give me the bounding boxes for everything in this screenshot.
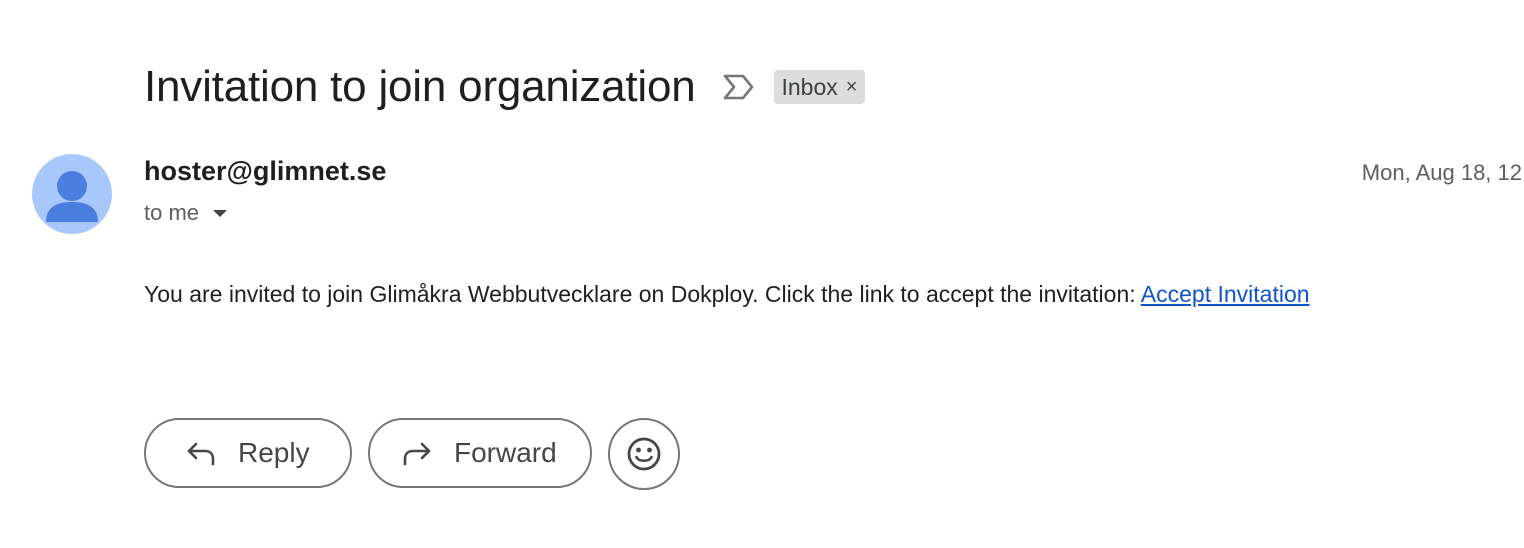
accept-invitation-link[interactable]: Accept Invitation xyxy=(1141,281,1310,307)
emoji-reaction-button[interactable] xyxy=(608,418,680,490)
reply-arrow-icon xyxy=(184,438,218,468)
recipient-text: to me xyxy=(144,200,200,225)
forward-arrow-icon xyxy=(400,438,434,468)
recipient-line: to me xyxy=(144,200,229,226)
forward-button[interactable]: Forward xyxy=(368,418,592,488)
smiley-emoji-icon xyxy=(627,437,661,471)
remove-label-icon[interactable]: × xyxy=(846,77,858,97)
body-text: You are invited to join Glimåkra Webbutv… xyxy=(144,281,1141,307)
sender-avatar xyxy=(32,154,112,234)
label-chip-text: Inbox xyxy=(781,73,838,100)
email-subject: Invitation to join organization xyxy=(144,62,696,111)
importance-marker-icon[interactable] xyxy=(722,72,756,102)
inbox-label-chip: Inbox × xyxy=(773,70,866,104)
reply-button[interactable]: Reply xyxy=(144,418,352,488)
caret-down-icon[interactable] xyxy=(211,207,229,219)
sender-email[interactable]: hoster@glimnet.se xyxy=(144,156,386,187)
person-avatar-icon xyxy=(46,171,98,222)
reply-label: Reply xyxy=(238,437,310,468)
email-date: Mon, Aug 18, 12 xyxy=(1361,160,1522,185)
subject-row: Invitation to join organization Inbox × xyxy=(144,58,866,116)
forward-label: Forward xyxy=(454,437,557,468)
email-body: You are invited to join Glimåkra Webbutv… xyxy=(144,281,1310,308)
email-view: Invitation to join organization Inbox × … xyxy=(0,0,1524,548)
